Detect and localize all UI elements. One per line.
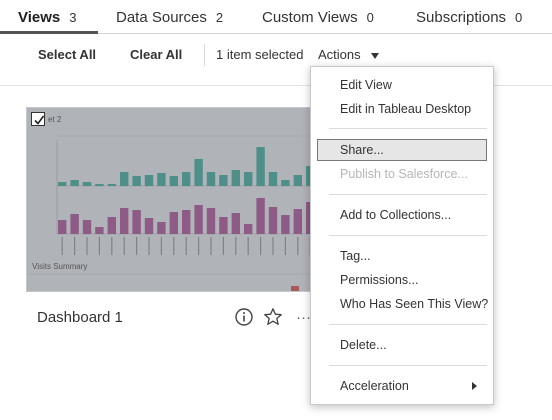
thumbnail-bar — [182, 210, 191, 234]
tab-views-count: 3 — [69, 10, 77, 25]
view-select-checkbox[interactable] — [31, 112, 45, 126]
toolbar-divider — [204, 44, 205, 66]
selection-status: 1 item selected — [216, 47, 304, 62]
menu-item-delete[interactable]: Delete... — [340, 338, 387, 352]
thumbnail-bar — [206, 208, 216, 234]
tab-subscriptions-count: 0 — [515, 10, 523, 25]
thumbnail-bar — [157, 173, 166, 186]
thumbnail-bar — [293, 209, 302, 234]
caret-right-icon — [472, 382, 477, 390]
thumbnail-bar — [95, 184, 104, 186]
menu-item-publish-to-salesforce: Publish to Salesforce... — [340, 167, 468, 181]
view-name-link[interactable]: Dashboard 1 — [37, 309, 123, 326]
thumbnail-bar — [281, 215, 290, 234]
menu-separator — [329, 324, 487, 325]
thumbnail-bar — [144, 175, 154, 186]
menu-item-edit-in-tableau-desktop[interactable]: Edit in Tableau Desktop — [340, 102, 471, 116]
tab-custom-views[interactable]: Custom Views 0 — [262, 9, 374, 26]
view-tabs: Views 3 Data Sources 2 Custom Views 0 Subsc… — [0, 0, 552, 34]
actions-menu: Edit View Edit in Tableau Desktop Share.… — [310, 66, 494, 405]
menu-item-add-to-collections[interactable]: Add to Collections... — [340, 208, 451, 222]
thumbnail-bar — [268, 207, 278, 234]
thumbnail-bar — [58, 220, 67, 234]
thumbnail-bar — [231, 170, 240, 186]
thumbnail-bar — [194, 159, 203, 186]
thumbnail-bar — [120, 172, 129, 186]
caret-down-icon — [370, 52, 379, 59]
tab-data-sources-label: Data Sources — [116, 9, 207, 26]
thumbnail-bar — [281, 180, 290, 186]
tab-custom-views-label: Custom Views — [262, 9, 358, 26]
thumbnail-bar — [244, 172, 253, 186]
thumbnail-bar — [293, 175, 302, 186]
thumbnail-bar — [256, 147, 265, 186]
tab-subscriptions-label: Subscriptions — [416, 9, 507, 26]
thumbnail-bar — [70, 180, 79, 186]
tab-subscriptions[interactable]: Subscriptions 0 — [416, 9, 522, 26]
menu-item-edit-view[interactable]: Edit View — [340, 78, 392, 92]
tab-views[interactable]: Views 3 — [18, 9, 77, 26]
thumbnail-bar — [182, 172, 191, 186]
thumbnail-bar — [244, 224, 253, 234]
menu-item-tag[interactable]: Tag... — [340, 249, 371, 263]
thumbnail-bar — [144, 218, 154, 234]
thumbnail-bar — [194, 205, 203, 234]
actions-dropdown-button[interactable]: Actions — [318, 47, 379, 62]
thumbnail-bar — [219, 217, 228, 234]
thumbnail-bar — [107, 184, 116, 186]
thumbnail-bar — [268, 172, 278, 186]
thumbnail-bar — [256, 198, 265, 234]
menu-separator — [329, 365, 487, 366]
tab-data-sources[interactable]: Data Sources 2 — [116, 9, 223, 26]
thumbnail-bar — [132, 210, 141, 234]
ellipsis-icon[interactable]: ··· — [296, 309, 311, 326]
tab-custom-views-count: 0 — [366, 10, 374, 25]
thumbnail-bar — [157, 222, 166, 234]
info-circle-icon[interactable] — [234, 307, 254, 327]
thumbnail-title: et 2 — [48, 115, 62, 124]
menu-item-who-has-seen-this-view[interactable]: Who Has Seen This View? — [340, 297, 488, 311]
thumbnail-bar — [231, 213, 240, 234]
menu-separator — [329, 235, 487, 236]
clear-all-button[interactable]: Clear All — [130, 47, 182, 62]
menu-item-acceleration[interactable]: Acceleration — [340, 379, 409, 393]
select-all-button[interactable]: Select All — [38, 47, 96, 62]
thumbnail-bar — [219, 175, 228, 186]
thumbnail-bar — [95, 227, 104, 234]
thumbnail-bar — [206, 172, 216, 186]
thumbnail-bar — [70, 214, 79, 234]
thumbnail-section-label: Visits Summary — [32, 262, 88, 271]
thumbnail-bar — [107, 217, 116, 234]
star-icon[interactable] — [263, 307, 283, 327]
thumbnail-bar — [132, 176, 141, 186]
menu-item-permissions[interactable]: Permissions... — [340, 273, 419, 287]
tab-views-label: Views — [18, 9, 61, 26]
menu-separator — [329, 194, 487, 195]
thumbnail-bar — [169, 212, 178, 234]
thumbnail-bar — [169, 176, 178, 186]
menu-separator — [329, 128, 487, 129]
thumbnail-bar — [120, 208, 129, 234]
tab-data-sources-count: 2 — [215, 10, 224, 25]
view-thumbnail[interactable]: et 2 Visits Summary — [26, 107, 318, 292]
thumbnail-bar — [82, 220, 92, 234]
thumbnail-bar — [82, 182, 92, 186]
menu-item-share[interactable]: Share... — [340, 143, 384, 157]
thumbnail-bar — [58, 182, 67, 186]
actions-label: Actions — [318, 47, 361, 62]
